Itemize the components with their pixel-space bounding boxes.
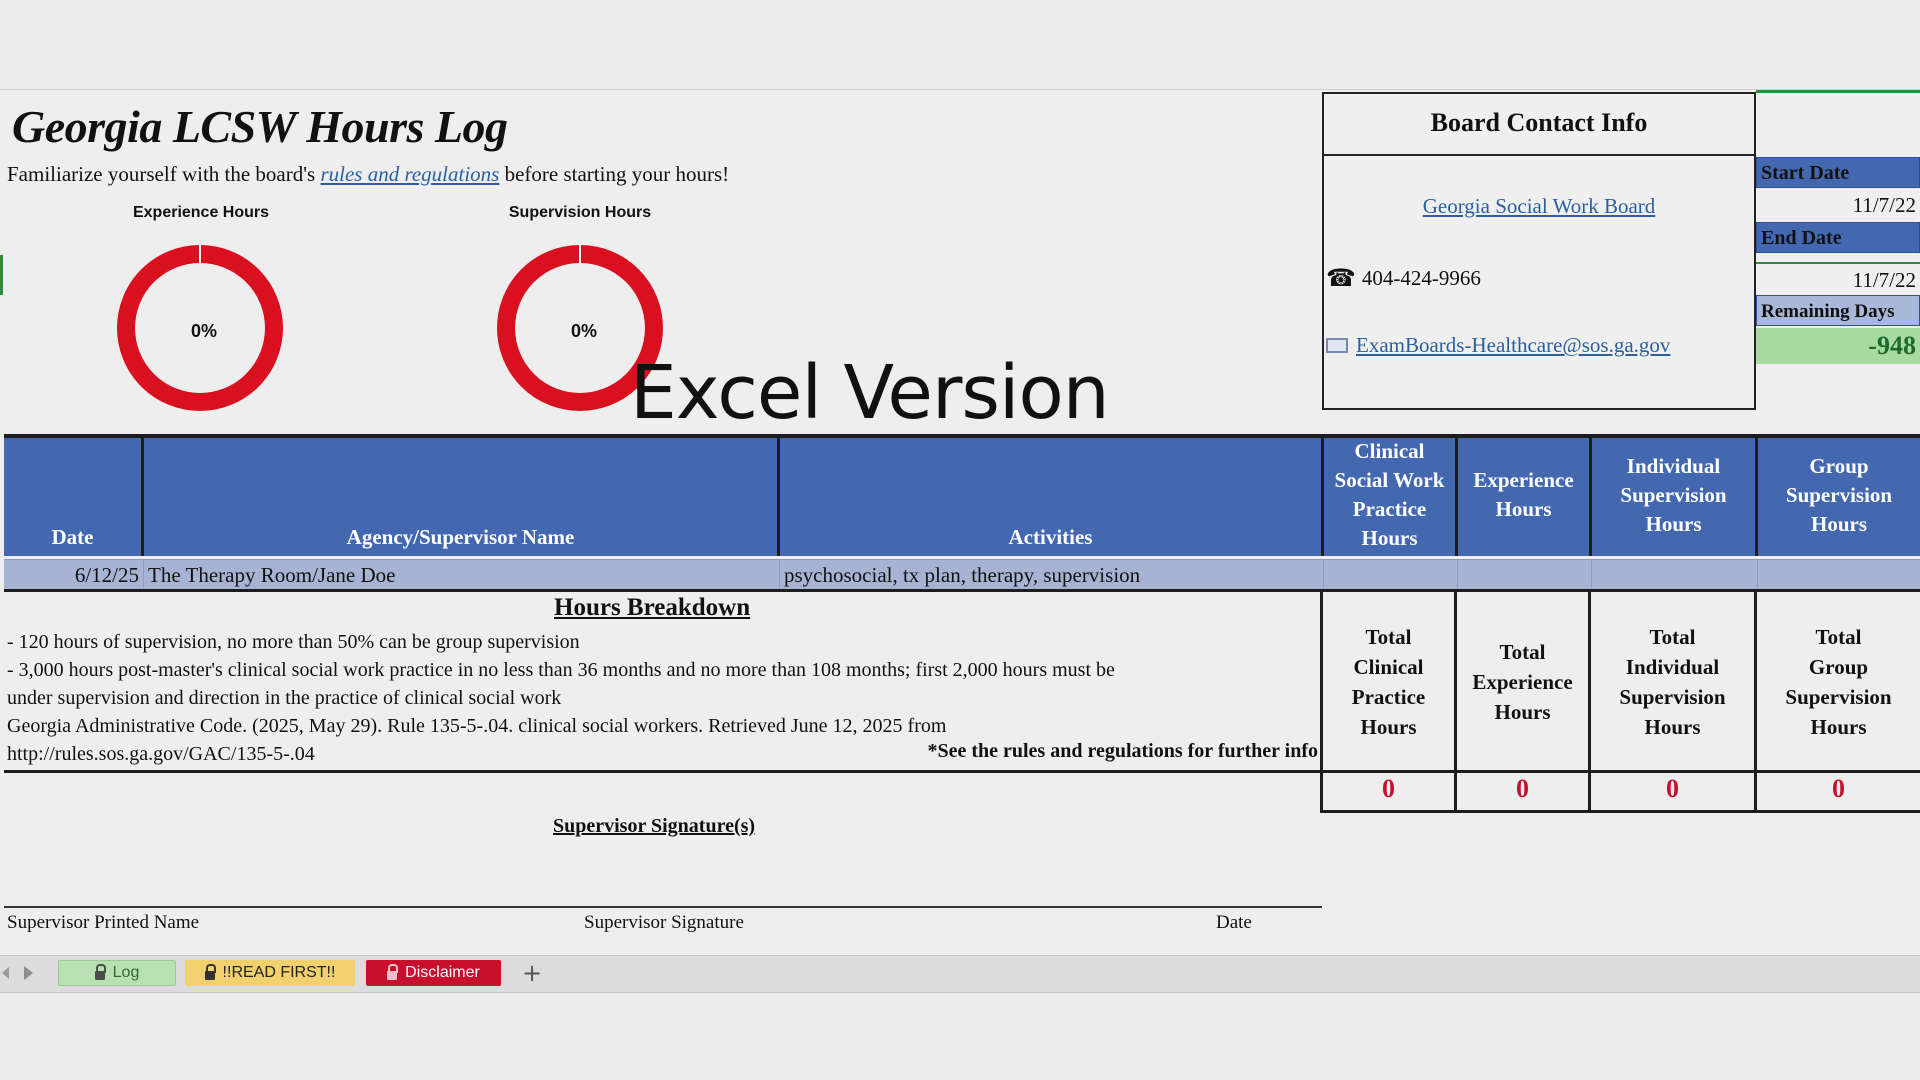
- header-activities[interactable]: Activities: [780, 438, 1324, 556]
- experience-chart-title: Experience Hours: [132, 204, 270, 221]
- start-date-label: Start Date: [1756, 157, 1920, 188]
- total-group-label: Total Group Supervision Hours: [1785, 625, 1892, 739]
- row-experience-hours[interactable]: [1458, 560, 1592, 590]
- supervisor-signature-label: Supervisor Signature: [584, 912, 744, 933]
- phone-number: 404-424-9966: [1361, 265, 1481, 290]
- email-link[interactable]: ExamBoards-Healthcare@sos.ga.gov: [1356, 333, 1670, 358]
- row-date[interactable]: 6/12/25: [4, 560, 144, 590]
- supervision-chart-title: Supervision Hours: [508, 204, 652, 221]
- scroll-left-button[interactable]: [0, 960, 10, 986]
- header-experience[interactable]: Experience Hours: [1458, 438, 1592, 556]
- row-bottom-border: [4, 589, 1920, 592]
- further-info-note: *See the rules and regulations for furth…: [927, 740, 1318, 762]
- tab-log-label: Log: [112, 964, 140, 981]
- total-group-value: 0: [1832, 774, 1845, 803]
- subtitle-text-before: Familiarize yourself with the board's: [7, 162, 321, 186]
- page-title: Georgia LCSW Hours Log: [12, 101, 508, 152]
- breakdown-line-3: under supervision and direction in the p…: [7, 687, 562, 709]
- signature-date-label: Date: [1216, 912, 1252, 933]
- supervisor-printed-name-label: Supervisor Printed Name: [7, 912, 200, 933]
- board-link[interactable]: Georgia Social Work Board: [1322, 194, 1756, 219]
- chevron-left-icon: [1, 967, 9, 979]
- remaining-days-value: -948: [1756, 328, 1920, 364]
- dates-top-cell: [1756, 90, 1920, 156]
- total-clinical-label: Total Clinical Practice Hours: [1351, 625, 1426, 739]
- totals-bottom-border: [1320, 810, 1920, 813]
- total-experience-value: 0: [1516, 774, 1529, 803]
- supervision-donut-label: 0%: [571, 321, 597, 341]
- breakdown-line-2: - 3,000 hours post-master's clinical soc…: [7, 659, 1115, 681]
- header-agency[interactable]: Agency/Supervisor Name: [144, 438, 780, 556]
- row-individual-hours[interactable]: [1592, 560, 1758, 590]
- experience-donut-label: 0%: [191, 321, 217, 341]
- row-agency[interactable]: The Therapy Room/Jane Doe: [144, 560, 780, 590]
- end-date-value[interactable]: 11/7/22: [1756, 262, 1920, 294]
- lock-icon: [204, 963, 216, 980]
- total-individual-label: Total Individual Supervision Hours: [1619, 625, 1726, 739]
- board-contact-heading: Board Contact Info: [1322, 92, 1756, 156]
- rules-link[interactable]: rules and regulations: [320, 162, 499, 186]
- header-date[interactable]: Date: [4, 438, 144, 556]
- breakdown-line-1: - 120 hours of supervision, no more than…: [7, 631, 580, 653]
- row-activities[interactable]: psychosocial, tx plan, therapy, supervis…: [780, 560, 1324, 590]
- end-date-label: End Date: [1756, 222, 1920, 253]
- total-clinical-value: 0: [1382, 774, 1395, 803]
- chevron-right-icon: [23, 966, 33, 980]
- supervisor-signature-heading: Supervisor Signature(s): [553, 815, 756, 837]
- tab-log[interactable]: Log: [58, 960, 176, 986]
- phone-icon: ☎: [1326, 264, 1356, 292]
- breakdown-line-4: Georgia Administrative Code. (2025, May …: [7, 715, 947, 737]
- total-experience-label: Total Experience Hours: [1472, 640, 1573, 724]
- signature-line: [4, 906, 1322, 908]
- remaining-days-label: Remaining Days: [1756, 295, 1920, 326]
- experience-donut-chart: 0%: [117, 245, 283, 411]
- tab-disclaimer[interactable]: Disclaimer: [366, 960, 501, 986]
- header-clinical[interactable]: Clinical Social Work Practice Hours: [1324, 438, 1458, 556]
- tab-read-first-label: !!READ FIRST!!: [222, 964, 336, 981]
- breakdown-bottom-border: [4, 770, 1920, 773]
- row-selection-marker: [0, 255, 3, 295]
- lock-icon: [387, 963, 399, 980]
- row-group-hours[interactable]: [1758, 560, 1920, 590]
- row-clinical-hours[interactable]: [1324, 560, 1458, 590]
- tab-disclaimer-label: Disclaimer: [405, 964, 480, 981]
- tab-read-first[interactable]: !!READ FIRST!!: [185, 960, 355, 986]
- start-date-value[interactable]: 11/7/22: [1756, 189, 1920, 221]
- table-row[interactable]: 6/12/25 The Therapy Room/Jane Doe psycho…: [4, 559, 1920, 590]
- email-icon: [1326, 338, 1348, 353]
- subtitle-text-after: before starting your hours!: [499, 162, 730, 186]
- phone-row: ☎ 404-424-9966: [1326, 264, 1481, 292]
- subtitle: Familiarize yourself with the board's ru…: [7, 162, 729, 187]
- header-group[interactable]: Group Supervision Hours: [1758, 438, 1920, 556]
- add-sheet-button[interactable]: +: [510, 958, 554, 988]
- header-individual[interactable]: Individual Supervision Hours: [1592, 438, 1758, 556]
- excel-version-overlay: Excel Version: [630, 350, 1110, 436]
- scroll-right-button[interactable]: [18, 960, 38, 986]
- table-header-row: Date Agency/Supervisor Name Activities C…: [4, 438, 1920, 556]
- email-row: ExamBoards-Healthcare@sos.ga.gov: [1326, 333, 1670, 358]
- sheet-top-border: [0, 89, 1920, 90]
- lock-icon: [94, 963, 106, 980]
- total-individual-value: 0: [1666, 774, 1679, 803]
- hours-breakdown-heading: Hours Breakdown: [554, 594, 751, 621]
